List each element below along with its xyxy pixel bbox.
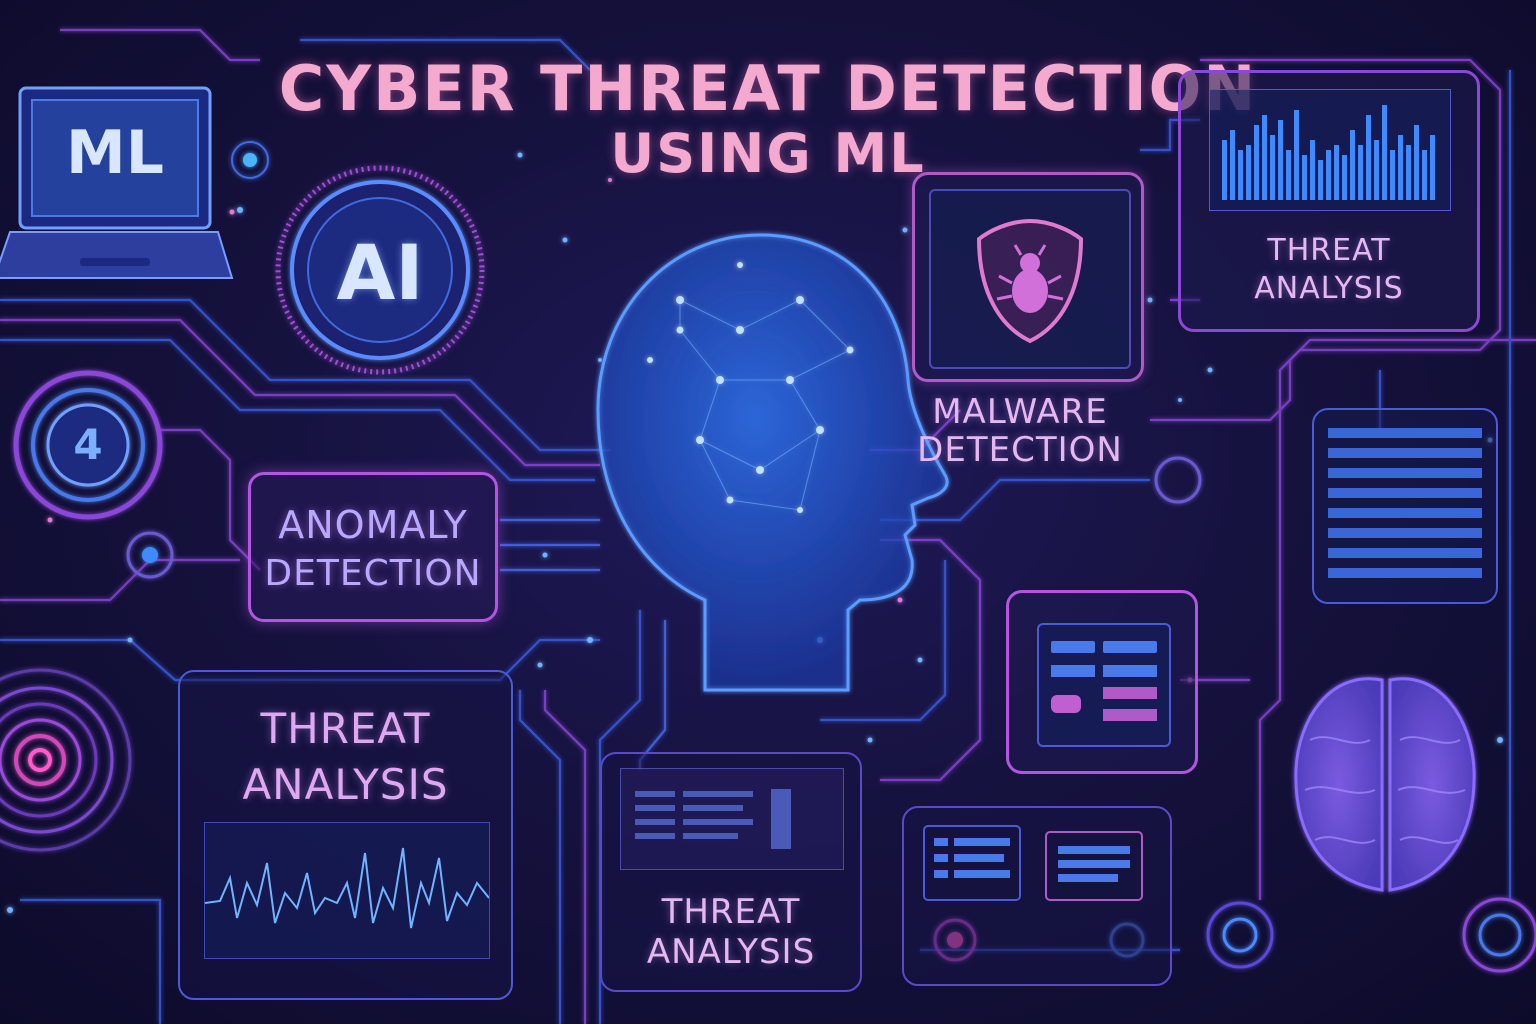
threat-analysis-left-card: THREAT ANALYSIS xyxy=(178,670,513,1000)
list-widget-panel xyxy=(902,806,1172,986)
threat-top-right-line2: ANALYSIS xyxy=(1254,271,1404,306)
anomaly-card-line1: ANOMALY xyxy=(278,503,468,547)
malware-shield-panel xyxy=(912,172,1144,382)
threat-bottom-line1: THREAT xyxy=(661,892,801,932)
waveform-line xyxy=(204,847,490,929)
threat-top-right-line1: THREAT xyxy=(1267,233,1391,268)
data-rows-panel xyxy=(1312,408,1498,604)
laptop-label: ML xyxy=(66,118,164,188)
threat-bottom-line2: ANALYSIS xyxy=(646,932,816,972)
threat-left-line1: THREAT xyxy=(260,704,431,753)
bar-spectrum-chart xyxy=(1209,89,1451,211)
anomaly-detection-card: ANOMALY DETECTION xyxy=(248,472,498,622)
anomaly-card-line2: DETECTION xyxy=(264,553,482,594)
fingerprint-icon xyxy=(0,668,132,852)
document-preview xyxy=(620,768,844,870)
malware-line2: DETECTION xyxy=(917,430,1123,470)
threat-analysis-bottom-card: THREAT ANALYSIS xyxy=(600,752,862,992)
waveform-chart xyxy=(204,822,490,959)
head-network-icon xyxy=(596,233,949,692)
threat-analysis-top-right-card: THREAT ANALYSIS xyxy=(1178,70,1480,332)
threat-left-line2: ANALYSIS xyxy=(242,760,449,809)
brain-icon xyxy=(1294,677,1476,892)
shield-bug-icon xyxy=(976,218,1084,344)
dashboard-widget-panel xyxy=(1006,590,1198,774)
malware-line1: MALWARE xyxy=(932,392,1108,432)
ai-badge: AI xyxy=(336,228,424,317)
counter-badge: 4 xyxy=(73,420,103,469)
